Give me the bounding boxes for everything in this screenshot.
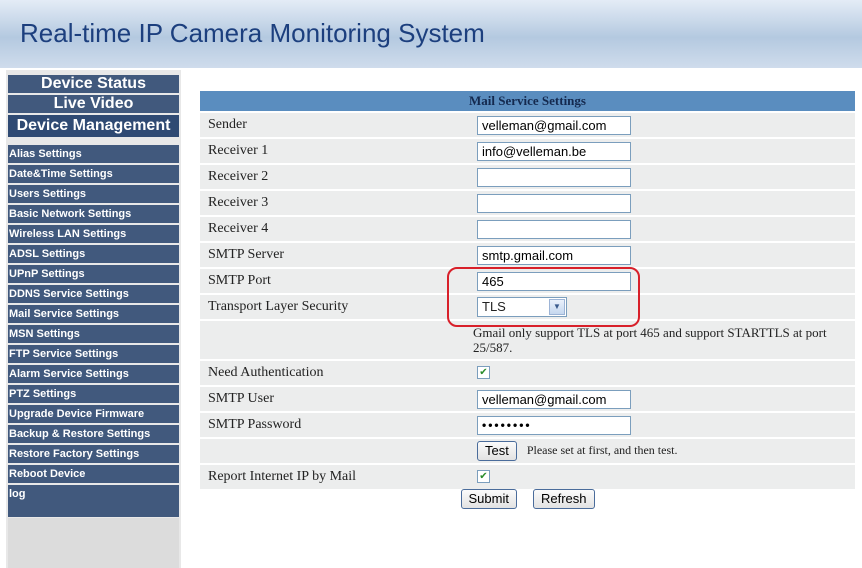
sender-row: Sender (200, 111, 855, 138)
check-icon: ✔ (479, 367, 488, 379)
gmail-note-row: Gmail only support TLS at port 465 and s… (200, 319, 855, 360)
sidebar-item-adsl-settings[interactable]: ADSL Settings (8, 245, 179, 263)
sidebar-item-ddns-service-settings[interactable]: DDNS Service Settings (8, 285, 179, 303)
sidebar-item-upnp-settings[interactable]: UPnP Settings (8, 265, 179, 283)
sender-input[interactable] (477, 115, 631, 135)
sidebar-item-msn-settings[interactable]: MSN Settings (8, 325, 179, 343)
nav-device-status[interactable]: Device Status (8, 75, 179, 93)
gmail-note-text: Gmail only support TLS at port 465 and s… (461, 319, 855, 360)
report-ip-row: Report Internet IP by Mail ✔ (200, 463, 855, 489)
action-buttons-row: Submit Refresh (200, 489, 855, 509)
receiver4-row: Receiver 4 (200, 215, 855, 242)
receiver4-label: Receiver 4 (200, 215, 461, 242)
sidebar-item-reboot-device[interactable]: Reboot Device (8, 465, 179, 483)
smtp-password-row: SMTP Password (200, 411, 855, 438)
sidebar-item-upgrade-device-firmware[interactable]: Upgrade Device Firmware (8, 405, 179, 423)
smtp-password-label: SMTP Password (200, 411, 461, 438)
smtp-port-input[interactable] (477, 271, 631, 291)
receiver2-row: Receiver 2 (200, 163, 855, 190)
sidebar-item-backup-restore-settings[interactable]: Backup & Restore Settings (8, 425, 179, 443)
receiver1-input[interactable] (477, 141, 631, 161)
receiver1-row: Receiver 1 (200, 137, 855, 164)
form-header-row: Mail Service Settings (200, 91, 855, 112)
smtp-port-label: SMTP Port (200, 267, 461, 294)
check-icon: ✔ (479, 471, 488, 483)
smtp-server-row: SMTP Server (200, 241, 855, 268)
sender-label: Sender (200, 111, 461, 138)
report-ip-label: Report Internet IP by Mail (200, 463, 461, 489)
sidebar-item-ptz-settings[interactable]: PTZ Settings (8, 385, 179, 403)
test-button[interactable]: Test (477, 441, 517, 461)
test-hint: Please set at first, and then test. (526, 443, 678, 458)
need-auth-label: Need Authentication (200, 359, 461, 386)
sidebar-item-alias-settings[interactable]: Alias Settings (8, 145, 179, 163)
nav-live-video[interactable]: Live Video (8, 95, 179, 113)
smtp-server-input[interactable] (477, 245, 631, 265)
sidebar-item-ftp-service-settings[interactable]: FTP Service Settings (8, 345, 179, 363)
receiver2-label: Receiver 2 (200, 163, 461, 190)
sidebar: Device Status Live Video Device Manageme… (6, 70, 181, 568)
receiver4-input[interactable] (477, 219, 631, 239)
form-title: Mail Service Settings (200, 91, 855, 112)
receiver3-input[interactable] (477, 193, 631, 213)
tls-select[interactable]: TLS ▼ (477, 297, 567, 317)
need-auth-row: Need Authentication ✔ (200, 359, 855, 386)
refresh-button[interactable]: Refresh (532, 489, 595, 509)
tls-select-value: TLS (482, 299, 506, 314)
sidebar-item-basic-network-settings[interactable]: Basic Network Settings (8, 205, 179, 223)
smtp-port-row: SMTP Port (200, 267, 855, 294)
app-title: Real-time IP Camera Monitoring System (20, 18, 485, 48)
receiver1-label: Receiver 1 (200, 137, 461, 164)
sidebar-item-users-settings[interactable]: Users Settings (8, 185, 179, 203)
sidebar-item-wireless-lan-settings[interactable]: Wireless LAN Settings (8, 225, 179, 243)
smtp-server-label: SMTP Server (200, 241, 461, 268)
mail-settings-form: Mail Service Settings Sender Receiver 1 … (200, 91, 855, 509)
smtp-user-row: SMTP User (200, 385, 855, 412)
chevron-down-icon[interactable]: ▼ (549, 299, 565, 315)
app-header: Real-time IP Camera Monitoring System (0, 0, 862, 68)
receiver3-row: Receiver 3 (200, 189, 855, 216)
receiver3-label: Receiver 3 (200, 189, 461, 216)
smtp-user-input[interactable] (477, 389, 631, 409)
sidebar-item-restore-factory-settings[interactable]: Restore Factory Settings (8, 445, 179, 463)
smtp-user-label: SMTP User (200, 385, 461, 412)
sidebar-footer (8, 518, 179, 568)
sidebar-item-alarm-service-settings[interactable]: Alarm Service Settings (8, 365, 179, 383)
receiver2-input[interactable] (477, 167, 631, 187)
need-auth-checkbox[interactable]: ✔ (477, 366, 490, 380)
test-row: Test Please set at first, and then test. (200, 437, 855, 464)
smtp-password-input[interactable] (477, 415, 631, 435)
sidebar-item-log[interactable]: log (8, 485, 179, 517)
sidebar-item-mail-service-settings[interactable]: Mail Service Settings (8, 305, 179, 323)
report-ip-checkbox[interactable]: ✔ (477, 470, 490, 484)
nav-device-management[interactable]: Device Management (8, 115, 179, 137)
sidebar-item-date-time-settings[interactable]: Date&Time Settings (8, 165, 179, 183)
submit-button[interactable]: Submit (460, 489, 517, 509)
tls-row: Transport Layer Security TLS ▼ (200, 293, 855, 320)
tls-label: Transport Layer Security (200, 293, 461, 320)
